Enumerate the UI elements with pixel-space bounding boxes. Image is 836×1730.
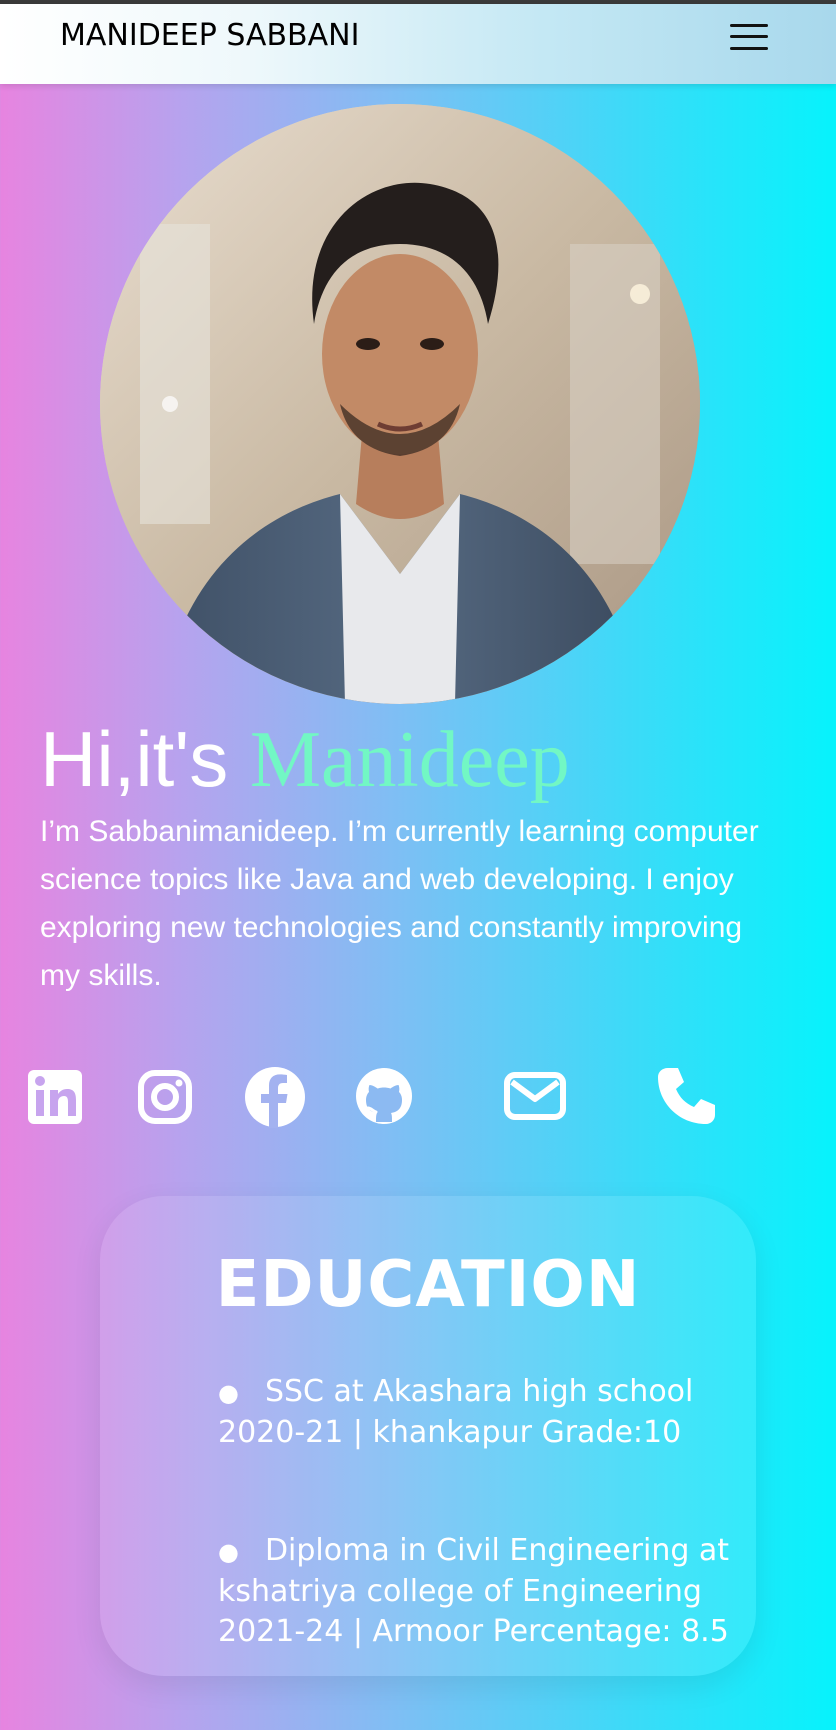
- education-title: EDUCATION: [215, 1248, 641, 1322]
- education-item: ● Diploma in Civil Engineering at kshatri…: [218, 1531, 738, 1652]
- github-icon[interactable]: [354, 1066, 414, 1126]
- hero-title: Hi,it's Manideep: [40, 712, 570, 807]
- education-item-text: Diploma in Civil Engineering at kshatriy…: [218, 1533, 730, 1649]
- social-links: [0, 1060, 836, 1160]
- education-item-text: SSC at Akashara high school 2020-21 | kh…: [218, 1374, 694, 1450]
- hamburger-menu-icon[interactable]: [728, 20, 772, 54]
- bullet-icon: ●: [218, 1379, 239, 1407]
- education-list: ● SSC at Akashara high school 2020-21 | k…: [218, 1372, 738, 1730]
- instagram-icon[interactable]: [138, 1070, 192, 1124]
- linkedin-icon[interactable]: [28, 1070, 82, 1124]
- profile-photo-illustration: [100, 104, 700, 704]
- facebook-icon[interactable]: [244, 1066, 306, 1128]
- bio-text: I’m Sabbanimanideep. I’m currently learn…: [40, 815, 759, 992]
- education-card: EDUCATION ● SSC at Akashara high school 2…: [100, 1196, 756, 1676]
- hero-name: Manideep: [249, 716, 570, 804]
- email-icon[interactable]: [504, 1072, 566, 1120]
- phone-icon[interactable]: [654, 1066, 716, 1128]
- navbar: MANIDEEP SABBANI: [0, 4, 836, 84]
- brand-name[interactable]: MANIDEEP SABBANI: [60, 18, 359, 53]
- bullet-icon: ●: [218, 1538, 239, 1566]
- hero-greeting: Hi,it's: [40, 715, 250, 803]
- education-item: ● SSC at Akashara high school 2020-21 | k…: [218, 1372, 738, 1453]
- profile-photo: [100, 104, 700, 704]
